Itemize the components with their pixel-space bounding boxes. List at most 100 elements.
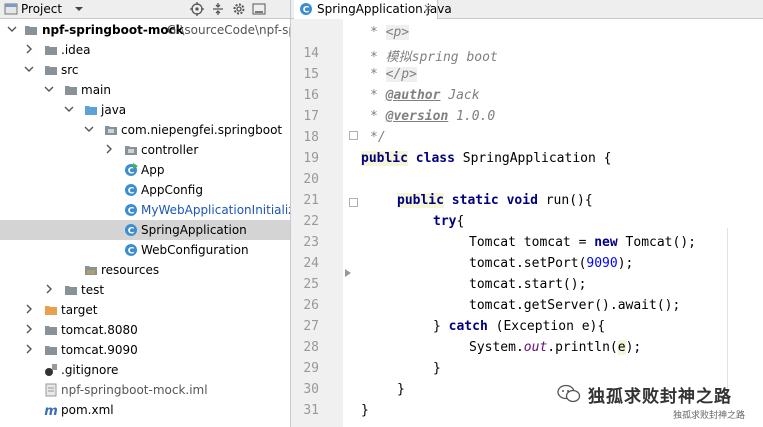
svg-text:C: C [128, 227, 135, 237]
collapse-all-icon[interactable] [211, 2, 225, 16]
tree-item-label: java [101, 103, 127, 117]
code-line: } catch (Exception e){ [433, 319, 606, 334]
line-number: 18 [303, 130, 319, 145]
code-line: tomcat.getServer().await(); [469, 298, 681, 313]
tree-item-main[interactable]: main [0, 80, 290, 100]
line-number: 17 [303, 109, 319, 124]
tree-item-test[interactable]: test [0, 280, 290, 300]
project-view-icon [4, 3, 18, 15]
chevron-down-icon[interactable] [44, 84, 54, 94]
chevron-down-icon[interactable] [7, 24, 17, 34]
class-icon: C [125, 184, 137, 197]
chevron-right-icon[interactable] [44, 284, 54, 294]
tree-item-package-root[interactable]: com.niepengfei.springboot [0, 120, 290, 140]
folder-icon [45, 326, 57, 335]
class-icon: C [125, 224, 137, 237]
line-number: 22 [303, 214, 319, 229]
tree-item-label: pom.xml [61, 403, 114, 417]
chevron-right-icon[interactable] [24, 324, 34, 334]
fold-marker-icon[interactable] [349, 131, 358, 140]
folder-icon [65, 86, 77, 95]
chevron-down-icon[interactable] [24, 64, 34, 74]
chevron-right-icon[interactable] [104, 144, 114, 154]
project-view-title[interactable]: Project [21, 2, 62, 16]
tree-item-label: .idea [61, 43, 91, 57]
tree-item-resources[interactable]: resources [0, 260, 290, 280]
code-line: * <p> [370, 25, 410, 40]
class-icon: C [125, 204, 137, 217]
close-icon[interactable]: × [423, 1, 433, 15]
tree-item-label: tomcat.9090 [61, 343, 138, 357]
line-number: 31 [303, 403, 319, 418]
chevron-down-icon[interactable] [84, 124, 94, 134]
chevron-right-icon[interactable] [24, 344, 34, 354]
tree-item-label: .gitignore [61, 363, 119, 377]
line-number: 30 [303, 382, 319, 397]
svg-text:C: C [128, 187, 135, 197]
svg-text:m: m [44, 404, 58, 417]
tree-item-app[interactable]: C App [0, 160, 290, 180]
code-editor[interactable]: C SpringApplication.java × 14 15 16 17 1… [291, 0, 763, 427]
chevron-right-icon[interactable] [24, 304, 34, 314]
tree-item-label: npf-springboot-mock.iml [61, 383, 208, 397]
chevron-down-icon[interactable] [74, 4, 84, 14]
code-line: * @author Jack [370, 88, 480, 103]
tree-item-label: target [61, 303, 98, 317]
gear-icon[interactable] [232, 2, 246, 16]
tree-item-label: controller [141, 143, 199, 157]
tree-item-iml-file[interactable]: npf-springboot-mock.iml [0, 380, 290, 400]
folder-icon [45, 46, 57, 55]
line-number: 29 [303, 361, 319, 376]
tree-item-tomcat-8080[interactable]: tomcat.8080 [0, 320, 290, 340]
watermark-title: 独孤求败封神之路 [588, 387, 732, 407]
tree-item-controller[interactable]: controller [0, 140, 290, 160]
line-number: 23 [303, 235, 319, 250]
line-number: 14 [303, 46, 319, 61]
folder-icon [25, 26, 37, 35]
hide-panel-icon[interactable] [252, 2, 266, 16]
code-line: System.out.println(e); [469, 340, 642, 355]
line-number: 24 [303, 256, 319, 271]
line-number: 16 [303, 88, 319, 103]
code-line: * 模拟spring boot [370, 50, 498, 65]
tree-item-target[interactable]: target [0, 300, 290, 320]
tree-item-pom-xml[interactable]: m pom.xml [0, 400, 290, 420]
tree-item-mywebapplicationinitializer[interactable]: C MyWebApplicationInitializer [0, 200, 290, 220]
indent-guide [727, 228, 728, 400]
tree-item-project-root[interactable]: npf-springboot-mock G:\sourceCode\npf-sp… [0, 20, 290, 40]
gitignore-icon [45, 364, 57, 376]
line-number: 21 [303, 193, 319, 208]
tree-item-tomcat-9090[interactable]: tomcat.9090 [0, 340, 290, 360]
tree-item-gitignore[interactable]: .gitignore [0, 360, 290, 380]
tree-item-label: src [61, 63, 79, 77]
tree-item-label: App [141, 163, 165, 177]
line-number: 20 [303, 172, 319, 187]
tree-item-label: test [81, 283, 105, 297]
fold-marker-icon[interactable] [349, 198, 358, 207]
chevron-down-icon[interactable] [64, 104, 74, 114]
runnable-class-icon: C [125, 163, 138, 177]
code-line: } [433, 361, 441, 376]
tree-item-webconfiguration[interactable]: C WebConfiguration [0, 240, 290, 260]
tree-item-appconfig[interactable]: C AppConfig [0, 180, 290, 200]
chevron-right-icon[interactable] [24, 44, 34, 54]
tree-item-label: AppConfig [141, 183, 203, 197]
code-line: } [397, 382, 405, 397]
tree-item-idea[interactable]: .idea [0, 40, 290, 60]
line-number: 19 [303, 151, 319, 166]
code-line: * </p> [370, 67, 417, 82]
tab-springapplication-java[interactable]: C SpringApplication.java × [294, 0, 452, 19]
editor-tab-bar: C SpringApplication.java × [291, 0, 763, 19]
line-number: 28 [303, 340, 319, 355]
source-folder-icon [85, 106, 97, 115]
run-gutter-icon[interactable] [343, 268, 353, 278]
tree-item-springapplication[interactable]: C SpringApplication [0, 220, 290, 240]
tree-item-java[interactable]: java [0, 100, 290, 120]
locate-icon[interactable] [190, 2, 204, 16]
tree-item-src[interactable]: src [0, 60, 290, 80]
code-line: * @version 1.0.0 [370, 109, 496, 124]
tree-item-label: com.niepengfei.springboot [121, 123, 283, 137]
folder-icon [65, 286, 77, 295]
tree-item-label: WebConfiguration [141, 243, 249, 257]
project-toolbar: Project [0, 0, 290, 19]
